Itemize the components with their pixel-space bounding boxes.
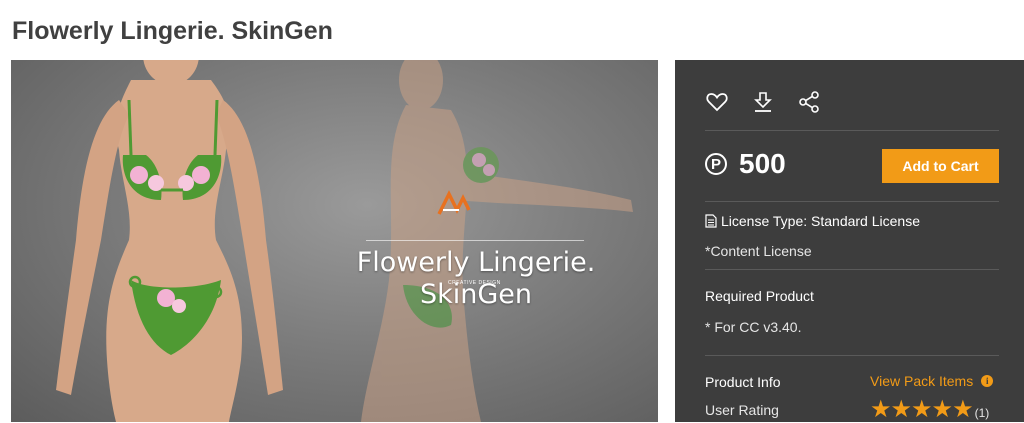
action-icons bbox=[705, 90, 821, 114]
view-pack-items-link[interactable]: View Pack Items i bbox=[870, 373, 994, 389]
back-view-figure bbox=[361, 60, 633, 422]
hero-title-line-1: Flowerly Lingerie. bbox=[356, 247, 596, 278]
divider bbox=[705, 201, 999, 202]
rating-count: (1) bbox=[974, 406, 990, 420]
divider bbox=[705, 269, 999, 270]
heart-icon[interactable] bbox=[705, 90, 729, 114]
front-view-figure bbox=[56, 60, 283, 422]
info-icon: i bbox=[981, 375, 994, 387]
purchase-panel: P 500 Add to Cart License Type: Standard… bbox=[675, 60, 1024, 422]
share-icon[interactable] bbox=[797, 90, 821, 114]
required-product-heading: Required Product bbox=[705, 288, 814, 304]
divider bbox=[705, 130, 999, 131]
product-info-heading: Product Info bbox=[705, 374, 781, 390]
view-pack-items-label: View Pack Items bbox=[870, 373, 974, 389]
content-license-link[interactable]: *Content License bbox=[705, 243, 812, 259]
add-to-cart-button[interactable]: Add to Cart bbox=[882, 149, 999, 183]
user-rating: ★★★★★ (1) bbox=[870, 398, 989, 422]
price-row: P 500 bbox=[705, 148, 786, 180]
hero-title: Flowerly Lingerie. SkinGen bbox=[346, 247, 606, 311]
rating-stars: ★★★★★ bbox=[870, 396, 974, 423]
document-icon bbox=[705, 214, 717, 228]
required-product-value: * For CC v3.40. bbox=[705, 319, 802, 335]
hero-divider bbox=[366, 240, 584, 241]
product-hero-image: CREATIVE DESIGN Flowerly Lingerie. SkinG… bbox=[11, 60, 658, 422]
price-value: 500 bbox=[739, 148, 786, 179]
points-currency-icon: P bbox=[705, 153, 727, 175]
hero-title-line-2: SkinGen bbox=[419, 279, 533, 310]
divider bbox=[705, 355, 999, 356]
user-rating-label: User Rating bbox=[705, 402, 779, 418]
download-icon[interactable] bbox=[751, 90, 775, 114]
license-type: License Type: Standard License bbox=[705, 213, 920, 229]
page-title: Flowerly Lingerie. SkinGen bbox=[12, 17, 333, 45]
license-type-text: License Type: Standard License bbox=[721, 213, 920, 229]
product-illustration bbox=[56, 60, 633, 422]
